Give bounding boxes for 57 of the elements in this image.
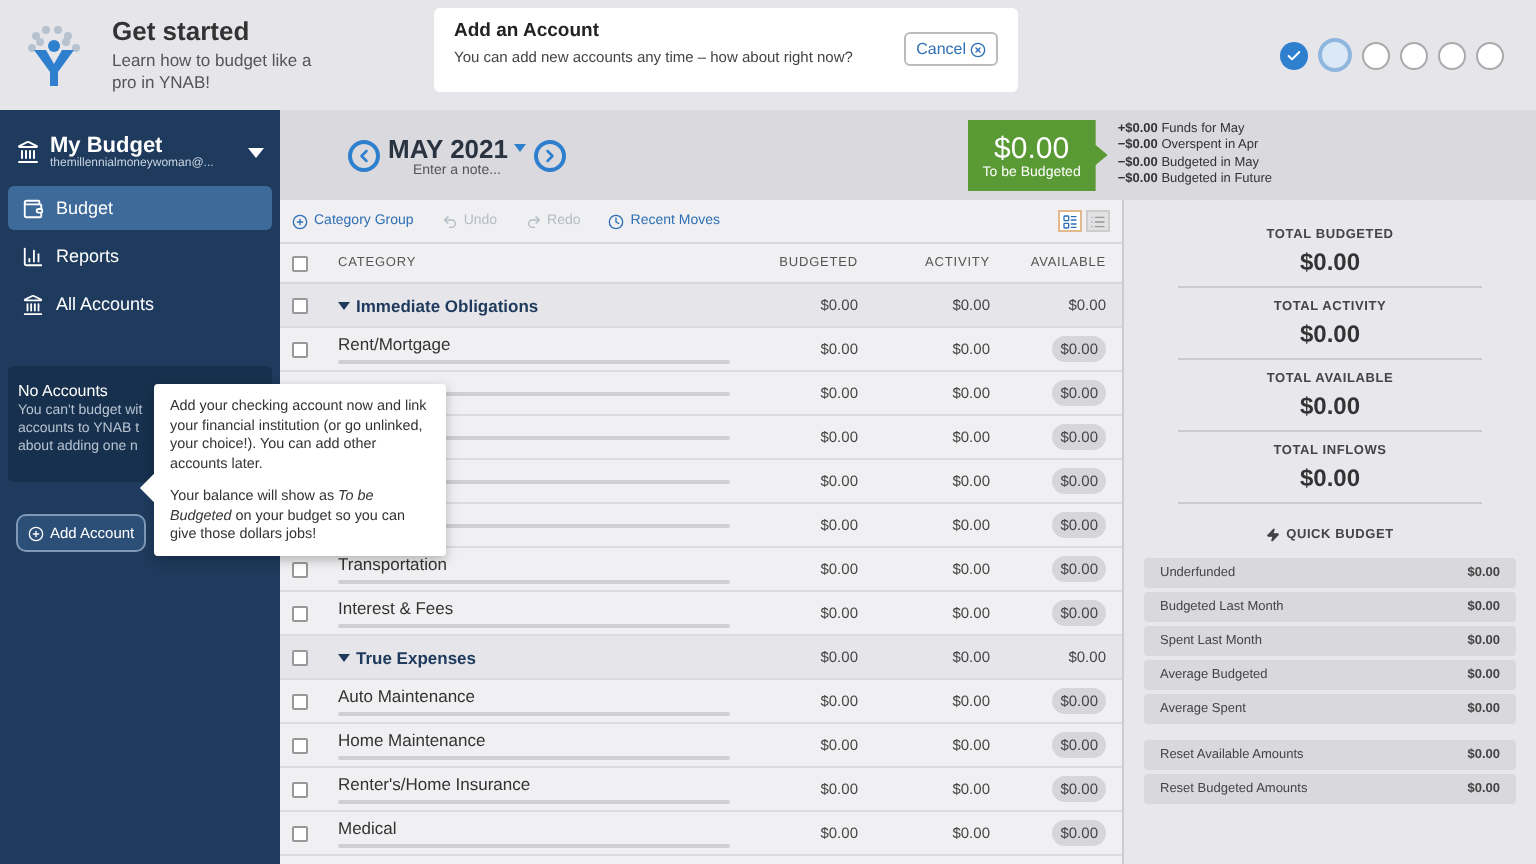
select-all-checkbox[interactable] bbox=[292, 255, 308, 271]
undo-icon bbox=[441, 213, 458, 229]
sidebar-item[interactable]: Reports bbox=[8, 234, 272, 278]
budget-logo-icon bbox=[16, 140, 40, 164]
row-checkbox[interactable] bbox=[292, 693, 308, 709]
sidebar-item[interactable]: All Accounts bbox=[8, 282, 272, 326]
row-checkbox[interactable] bbox=[292, 825, 308, 841]
category-name: Auto Maintenance bbox=[338, 686, 478, 706]
plus-icon bbox=[292, 213, 308, 229]
check-icon bbox=[1286, 47, 1302, 63]
get-started-subtitle: Learn how to budget like a pro in YNAB! bbox=[112, 49, 312, 95]
row-checkbox[interactable] bbox=[292, 605, 308, 621]
no-accounts-title: No Accounts bbox=[18, 382, 110, 400]
row-checkbox[interactable] bbox=[292, 649, 308, 665]
view-toggle-button[interactable] bbox=[1086, 210, 1110, 232]
plus-icon bbox=[28, 525, 44, 541]
category-name: Renter's/Home Insurance bbox=[338, 774, 533, 794]
category-name: Interest & Fees bbox=[338, 598, 456, 618]
row-checkbox[interactable] bbox=[292, 781, 308, 797]
get-started-title: Get started bbox=[112, 15, 252, 46]
category-name: Home Maintenance bbox=[338, 730, 488, 750]
total-value: $0.00 bbox=[1299, 320, 1361, 348]
row-checkbox[interactable] bbox=[292, 341, 308, 357]
row-checkbox[interactable] bbox=[292, 737, 308, 753]
redo-icon bbox=[525, 213, 542, 229]
category-group-name: True Expenses bbox=[338, 647, 734, 667]
total-value: $0.00 bbox=[1299, 464, 1361, 492]
category-name: Medical bbox=[338, 818, 399, 838]
lightning-icon bbox=[1266, 528, 1281, 542]
clock-icon bbox=[608, 213, 625, 229]
tree-logo-icon bbox=[24, 23, 84, 87]
total-value: $0.00 bbox=[1299, 392, 1361, 420]
close-icon bbox=[970, 41, 986, 57]
budget-name: My Budget bbox=[50, 134, 163, 158]
bar-chart-icon bbox=[22, 245, 44, 267]
next-month-button[interactable] bbox=[534, 139, 566, 171]
chevron-right-icon bbox=[540, 145, 560, 165]
category-name: Rent/Mortgage bbox=[338, 334, 453, 354]
caret-icon bbox=[248, 147, 264, 157]
cancel-button[interactable]: Cancel bbox=[904, 32, 998, 66]
view-toggle-button[interactable] bbox=[1058, 210, 1082, 232]
list-icon bbox=[1090, 213, 1106, 229]
wallet-icon bbox=[22, 197, 44, 219]
chevron-left-icon bbox=[354, 145, 374, 165]
total-value: $0.00 bbox=[1299, 248, 1361, 276]
category-group-name: Immediate Obligations bbox=[338, 295, 734, 315]
grid-list-icon bbox=[1062, 213, 1078, 229]
to-be-budgeted-amount: $0.00 bbox=[994, 131, 1070, 165]
sidebar-item[interactable]: Budget bbox=[8, 186, 272, 230]
previous-month-button[interactable] bbox=[348, 139, 380, 171]
category-name: Transportation bbox=[338, 554, 449, 574]
row-checkbox[interactable] bbox=[292, 297, 308, 313]
banner-title: Add an Account bbox=[454, 19, 601, 41]
month-title[interactable]: MAY 2021 bbox=[388, 133, 508, 163]
caret-icon[interactable] bbox=[514, 144, 526, 152]
row-checkbox[interactable] bbox=[292, 561, 308, 577]
bank-icon bbox=[22, 293, 44, 315]
